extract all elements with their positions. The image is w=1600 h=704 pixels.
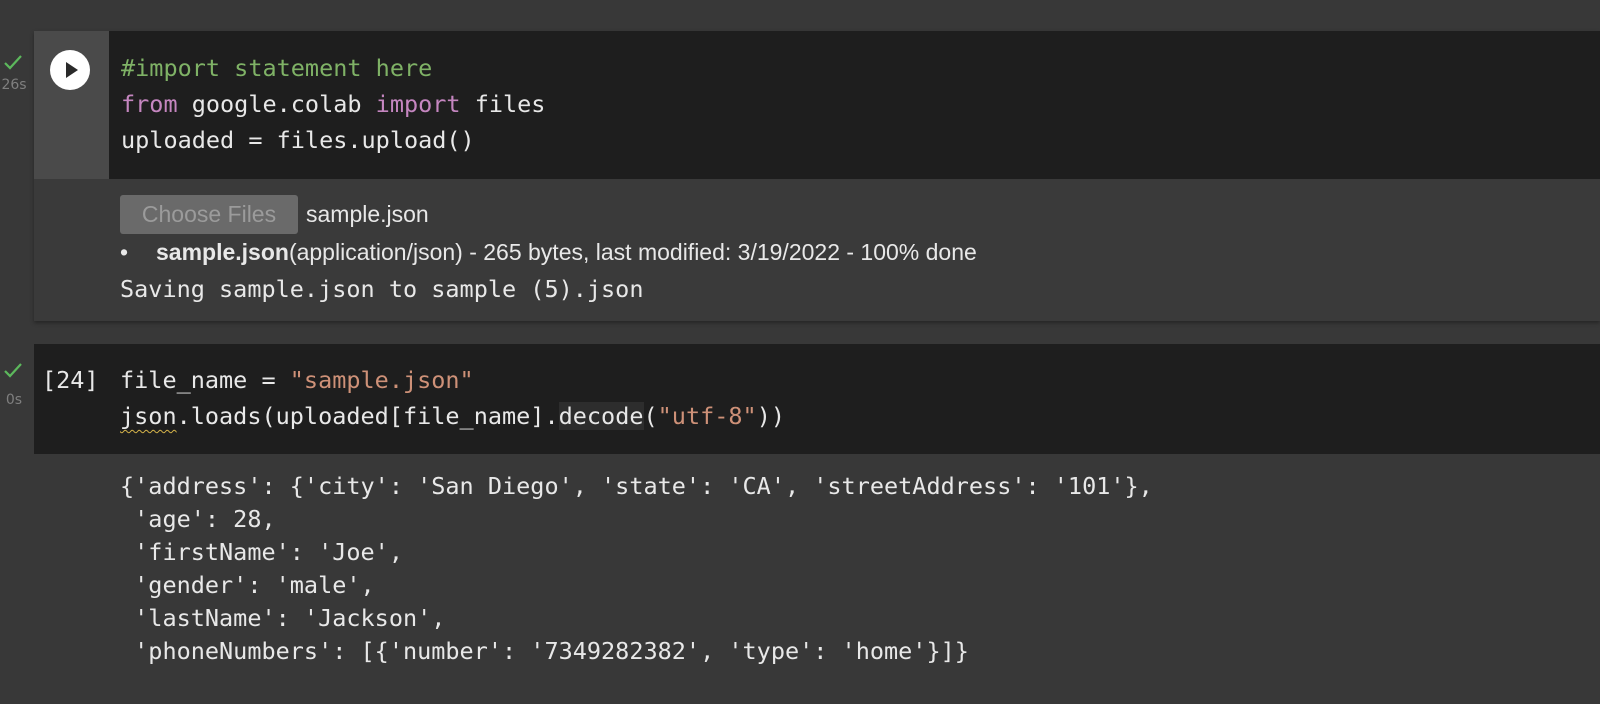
output-line: {'address': {'city': 'San Diego', 'state…	[120, 472, 1153, 500]
code-token: (	[643, 402, 658, 430]
code-line[interactable]: #import statement here	[121, 50, 545, 86]
code-token: json	[120, 402, 177, 430]
code-editor[interactable]: #import statement here from google.colab …	[109, 31, 1600, 179]
code-token: uploaded = files.upload()	[121, 126, 475, 154]
code-cell-load-json[interactable]: [24] file_name = "sample.json" json.loads…	[34, 344, 1600, 454]
upload-list-item: • sample.json(application/json) - 265 byt…	[120, 236, 977, 268]
bullet: •	[120, 239, 129, 265]
check-icon	[4, 363, 22, 378]
code-token: decode	[558, 402, 644, 430]
code-token: file_name =	[120, 366, 290, 394]
run-cell-button[interactable]	[50, 50, 90, 90]
code-token: .loads(uploaded[file_name].	[176, 402, 559, 430]
code-line[interactable]: uploaded = files.upload()	[121, 122, 545, 158]
execution-time: 26s	[1, 77, 27, 93]
choose-files-button[interactable]: Choose Files	[120, 195, 298, 234]
output-line: 'phoneNumbers': [{'number': '7349282382'…	[120, 637, 969, 665]
code-lines[interactable]: #import statement here from google.colab …	[121, 50, 545, 158]
execution-time: 0s	[5, 392, 23, 408]
chosen-file-name: sample.json	[306, 201, 429, 227]
code-token: ))	[756, 402, 785, 430]
output-line: 'lastName': 'Jackson',	[120, 604, 446, 632]
code-line[interactable]: from google.colab import files	[121, 86, 545, 122]
code-token: import	[375, 90, 461, 118]
output-line: 'firstName': 'Joe',	[120, 538, 403, 566]
code-token: #import statement here	[121, 54, 433, 82]
execution-count: [24]	[42, 366, 99, 394]
cell-output-text: {'address': {'city': 'San Diego', 'state…	[120, 470, 1153, 668]
output-line: 'gender': 'male',	[120, 571, 375, 599]
saving-message: Saving sample.json to sample (5).json	[120, 275, 644, 303]
upload-file-name: sample.json	[156, 239, 289, 265]
code-token: "sample.json"	[289, 366, 474, 394]
cell-output: Choose Files sample.json • sample.json(ap…	[34, 179, 1600, 321]
code-token: from	[121, 90, 178, 118]
cell-gutter	[34, 31, 109, 179]
upload-file-detail: (application/json) - 265 bytes, last mod…	[288, 239, 977, 265]
code-token: files	[460, 90, 546, 118]
code-line[interactable]: json.loads(uploaded[file_name].decode("u…	[120, 398, 785, 434]
code-token: "utf-8"	[657, 402, 757, 430]
check-icon	[4, 55, 22, 70]
play-icon	[66, 62, 78, 78]
code-token: google.colab	[177, 90, 376, 118]
code-cell-upload[interactable]: #import statement here from google.colab …	[34, 31, 1600, 321]
output-line: 'age': 28,	[120, 505, 276, 533]
code-line[interactable]: file_name = "sample.json"	[120, 362, 785, 398]
code-lines[interactable]: file_name = "sample.json" json.loads(uplo…	[120, 362, 785, 434]
